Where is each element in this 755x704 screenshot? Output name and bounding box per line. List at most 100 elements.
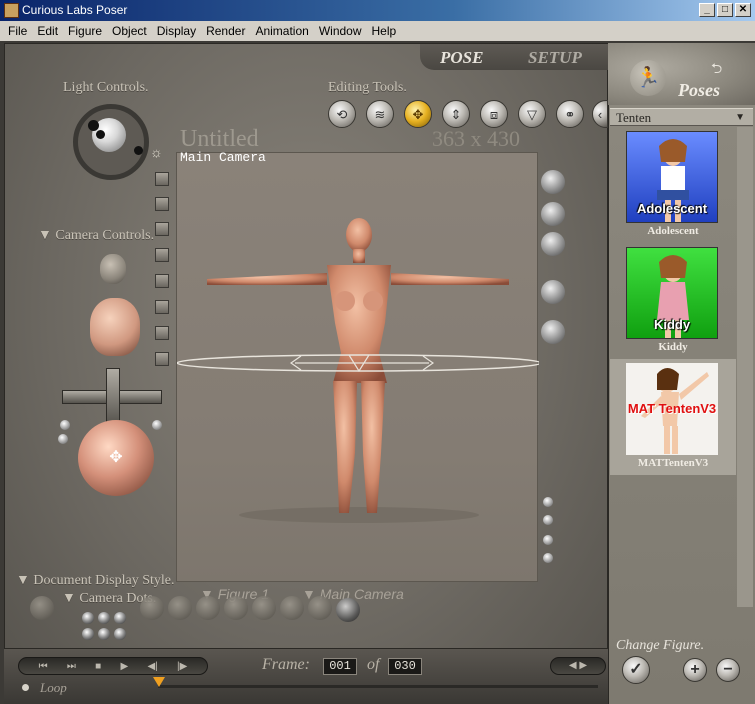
step-back-icon[interactable]: ◀| <box>147 661 157 672</box>
timeline-marker[interactable] <box>153 677 165 687</box>
viewport-dot[interactable] <box>543 553 553 563</box>
camera-select[interactable]: Main Camera <box>320 586 404 602</box>
step-forward-icon[interactable]: |▶ <box>177 661 187 672</box>
thumbnail-label: MAT TentenV3 <box>627 401 717 416</box>
display-style-ball[interactable] <box>252 596 276 620</box>
camera-dot[interactable] <box>98 612 110 624</box>
fast-forward-icon[interactable]: ⏭ <box>67 661 76 672</box>
category-dropdown[interactable]: Tenten ▼ <box>610 108 753 126</box>
display-style-ball[interactable] <box>30 596 54 620</box>
camera-ball[interactable] <box>58 434 68 444</box>
rewind-icon[interactable]: ⏮ <box>39 661 48 672</box>
display-style-ball[interactable] <box>308 596 332 620</box>
tab-pose[interactable]: POSE <box>440 48 483 68</box>
tab-setup[interactable]: SETUP <box>528 48 582 68</box>
pose-item-adolescent[interactable]: Adolescent Adolescent <box>610 127 736 243</box>
view-cube-icon[interactable] <box>541 170 565 194</box>
display-button[interactable] <box>155 172 169 186</box>
menu-display[interactable]: Display <box>152 21 201 41</box>
return-arrow-icon[interactable]: ⮌ <box>711 58 722 82</box>
shading-ball[interactable] <box>541 320 565 344</box>
menu-file[interactable]: File <box>0 21 32 41</box>
translate-z-tool-icon[interactable]: ⇕ <box>442 100 470 128</box>
keyframe-nav-icon[interactable]: ◀ ▶ <box>550 657 606 675</box>
chain-tool-icon[interactable]: ⚭ <box>556 100 584 128</box>
menu-animation[interactable]: Animation <box>250 21 313 41</box>
minimize-button[interactable]: _ <box>699 3 715 17</box>
total-frames-field[interactable]: 030 <box>388 658 422 675</box>
light-dot[interactable] <box>134 146 143 155</box>
light-dot[interactable] <box>96 130 105 139</box>
editing-tools-label: Editing Tools. <box>328 80 407 95</box>
shading-ball[interactable] <box>541 232 565 256</box>
display-button[interactable] <box>155 248 169 262</box>
face-camera-icon[interactable] <box>100 254 126 284</box>
current-frame-field[interactable]: 001 <box>323 658 357 675</box>
camera-dot[interactable] <box>82 612 94 624</box>
apply-pose-button[interactable]: ✓ <box>622 656 650 684</box>
app-icon <box>4 3 19 18</box>
twist-tool-icon[interactable]: ≋ <box>366 100 394 128</box>
library-scrollbar[interactable] <box>737 127 753 607</box>
collapse-icon[interactable]: ▼ <box>62 591 76 606</box>
camera-ball[interactable] <box>152 420 162 430</box>
stop-icon[interactable]: ■ <box>95 661 101 672</box>
menu-figure[interactable]: Figure <box>63 21 107 41</box>
pose-item-mattentenv3[interactable]: MAT TentenV3 MATTentenV3 <box>610 359 736 475</box>
chevron-down-icon: ▼ <box>735 112 745 123</box>
display-button[interactable] <box>155 197 169 211</box>
shading-ball[interactable] <box>541 280 565 304</box>
menu-render[interactable]: Render <box>201 21 250 41</box>
document-display-style-label: Document Display Style. <box>33 573 175 588</box>
transport-controls: ⏮ ⏭ ■ ▶ ◀| |▶ <box>18 657 208 675</box>
camera-ball[interactable] <box>60 420 70 430</box>
display-style-ball[interactable] <box>140 596 164 620</box>
viewport-dot[interactable] <box>543 515 553 525</box>
camera-dot[interactable] <box>82 628 94 640</box>
sun-icon[interactable]: ☼ <box>150 144 163 160</box>
rotate-tool-icon[interactable]: ⟲ <box>328 100 356 128</box>
pose-name: Adolescent <box>647 225 699 237</box>
camera-dot[interactable] <box>114 628 126 640</box>
display-button[interactable] <box>155 222 169 236</box>
remove-from-library-button[interactable]: − <box>716 658 740 682</box>
maximize-button[interactable]: □ <box>717 3 733 17</box>
display-style-ball[interactable] <box>196 596 220 620</box>
play-icon[interactable]: ▶ <box>120 661 128 672</box>
display-button[interactable] <box>155 352 169 366</box>
menu-window[interactable]: Window <box>314 21 367 41</box>
scale-tool-icon[interactable]: ⧈ <box>480 100 508 128</box>
menu-object[interactable]: Object <box>107 21 152 41</box>
collapse-icon[interactable]: ▼ <box>16 573 30 588</box>
pose-name: MATTentenV3 <box>637 457 709 469</box>
pose-name: Kiddy <box>658 341 688 353</box>
display-style-ball[interactable] <box>168 596 192 620</box>
light-dot[interactable] <box>88 120 99 131</box>
taper-tool-icon[interactable]: ▽ <box>518 100 546 128</box>
display-button[interactable] <box>155 274 169 288</box>
camera-dot[interactable] <box>98 628 110 640</box>
translate-tool-icon[interactable]: ✥ <box>404 100 432 128</box>
view-cube-icon[interactable] <box>541 202 565 226</box>
viewport-dot[interactable] <box>543 497 553 507</box>
head-camera-icon[interactable] <box>90 298 140 356</box>
display-button[interactable] <box>155 300 169 314</box>
pose-item-kiddy[interactable]: Kiddy Kiddy <box>610 243 736 359</box>
trackball-vertical-bar[interactable] <box>106 368 120 426</box>
add-to-library-button[interactable]: + <box>683 658 707 682</box>
viewport-camera-label[interactable]: Main Camera <box>180 150 266 165</box>
display-button[interactable] <box>155 326 169 340</box>
timeline-track[interactable] <box>158 685 598 688</box>
loop-toggle[interactable] <box>22 684 29 691</box>
document-viewport[interactable] <box>176 152 539 582</box>
collapse-icon[interactable]: ▼ <box>38 228 52 243</box>
menu-help[interactable]: Help <box>367 21 402 41</box>
camera-dot[interactable] <box>114 612 126 624</box>
close-button[interactable]: ✕ <box>735 3 751 17</box>
library-title: Poses <box>678 80 720 100</box>
display-style-ball[interactable] <box>280 596 304 620</box>
viewport-dot[interactable] <box>543 535 553 545</box>
menu-edit[interactable]: Edit <box>32 21 63 41</box>
display-style-ball[interactable] <box>336 598 360 622</box>
display-style-ball[interactable] <box>224 596 248 620</box>
